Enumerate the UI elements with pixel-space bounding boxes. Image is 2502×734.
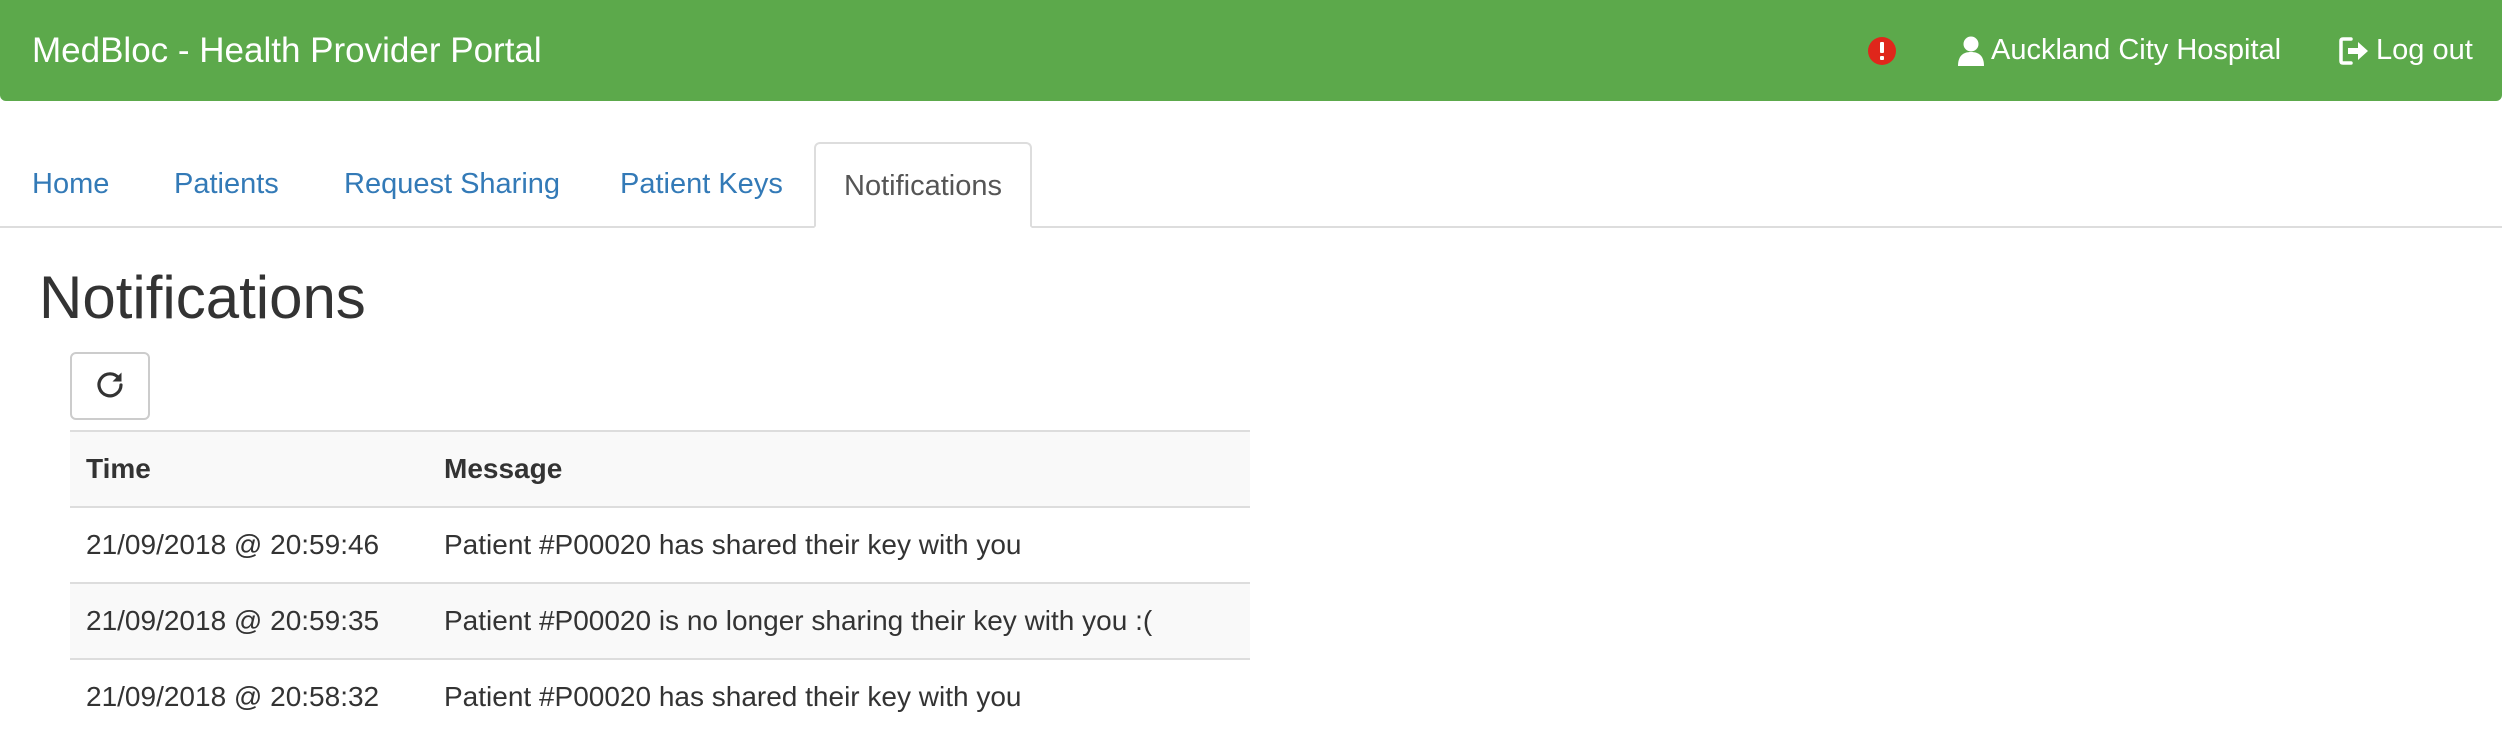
exclamation-circle-icon bbox=[1867, 36, 1897, 66]
cell-time: 21/09/2018 @ 20:58:32 bbox=[70, 658, 428, 734]
nav-tabs: Home Patients Request Sharing Patient Ke… bbox=[0, 142, 2502, 228]
cell-message: Patient #P00020 is no longer sharing the… bbox=[428, 582, 1250, 659]
hospital-account-link[interactable]: Auckland City Hospital bbox=[1957, 0, 2281, 101]
column-header-message: Message bbox=[428, 430, 1250, 508]
table-row: 21/09/2018 @ 20:58:32 Patient #P00020 ha… bbox=[70, 658, 1250, 734]
logout-label: Log out bbox=[2376, 34, 2473, 66]
page-title: Notifications bbox=[39, 264, 366, 331]
log-out-icon bbox=[2338, 36, 2370, 66]
cell-time: 21/09/2018 @ 20:59:46 bbox=[70, 506, 428, 583]
table-row: 21/09/2018 @ 20:59:35 Patient #P00020 is… bbox=[70, 582, 1250, 659]
brand-link[interactable]: MedBloc - Health Provider Portal bbox=[32, 0, 542, 101]
notifications-table: Time Message 21/09/2018 @ 20:59:46 Patie… bbox=[70, 430, 1250, 734]
top-navbar: MedBloc - Health Provider Portal Aucklan… bbox=[0, 0, 2502, 101]
user-icon bbox=[1957, 36, 1985, 66]
logout-link[interactable]: Log out bbox=[2338, 0, 2473, 101]
tab-home[interactable]: Home bbox=[32, 142, 109, 226]
tab-patients[interactable]: Patients bbox=[174, 142, 279, 226]
column-header-time: Time bbox=[70, 430, 428, 508]
alert-button[interactable] bbox=[1867, 0, 1897, 101]
tab-request-sharing[interactable]: Request Sharing bbox=[344, 142, 560, 226]
cell-message: Patient #P00020 has shared their key wit… bbox=[428, 506, 1250, 583]
cell-message: Patient #P00020 has shared their key wit… bbox=[428, 658, 1250, 734]
refresh-button[interactable] bbox=[70, 352, 150, 420]
cell-time: 21/09/2018 @ 20:59:35 bbox=[70, 582, 428, 659]
table-header-row: Time Message bbox=[70, 430, 1250, 508]
table-row: 21/09/2018 @ 20:59:46 Patient #P00020 ha… bbox=[70, 506, 1250, 583]
refresh-icon bbox=[95, 370, 125, 403]
tab-patient-keys[interactable]: Patient Keys bbox=[620, 142, 783, 226]
hospital-name: Auckland City Hospital bbox=[1991, 34, 2282, 66]
tab-notifications[interactable]: Notifications bbox=[814, 142, 1032, 228]
